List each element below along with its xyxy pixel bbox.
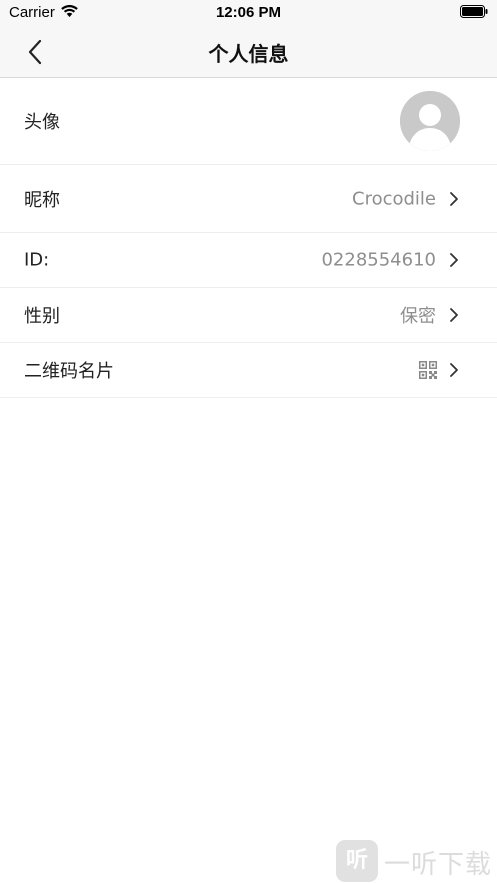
chevron-right-icon [450, 191, 458, 206]
chevron-right-icon [450, 253, 458, 267]
watermark-text: 一听下载 [384, 850, 493, 880]
battery-icon [460, 5, 488, 18]
id-value: 0228554610 [321, 249, 436, 271]
qrcode-row[interactable]: 二维码名片 [0, 343, 497, 398]
id-row[interactable]: ID: 0228554610 [0, 233, 497, 288]
status-time: 12:06 PM [215, 4, 282, 21]
default-avatar-icon [400, 91, 460, 151]
nickname-value: Crocodile [352, 188, 436, 209]
back-button[interactable] [20, 36, 52, 68]
id-label: ID: [24, 249, 50, 271]
gender-value: 保密 [400, 306, 436, 327]
watermark-logo: 听 一听下载 [336, 838, 496, 882]
avatar[interactable] [400, 91, 460, 151]
nickname-label: 昵称 [24, 189, 60, 211]
gender-label: 性别 [24, 306, 60, 327]
avatar-row[interactable]: 头像 [0, 78, 497, 165]
avatar-label: 头像 [24, 112, 60, 133]
nickname-row[interactable]: 昵称 Crocodile [0, 165, 497, 233]
status-bar: Carrier 12:06 PM [0, 0, 497, 26]
watermark-badge-text: 听 [345, 848, 368, 873]
chevron-right-icon [450, 363, 458, 377]
page-title: 个人信息 [208, 42, 289, 66]
watermark-badge: 听 [336, 840, 378, 882]
qrcode-label: 二维码名片 [24, 361, 114, 382]
qr-code-icon [419, 361, 437, 379]
chevron-left-icon [28, 39, 42, 65]
chevron-right-icon [450, 308, 458, 322]
navigation-bar: 个人信息 [0, 26, 497, 78]
profile-info-list: 头像 昵称 Crocodile ID: 0228554610 性别 保密 二维码… [0, 78, 497, 398]
gender-row[interactable]: 性别 保密 [0, 288, 497, 343]
